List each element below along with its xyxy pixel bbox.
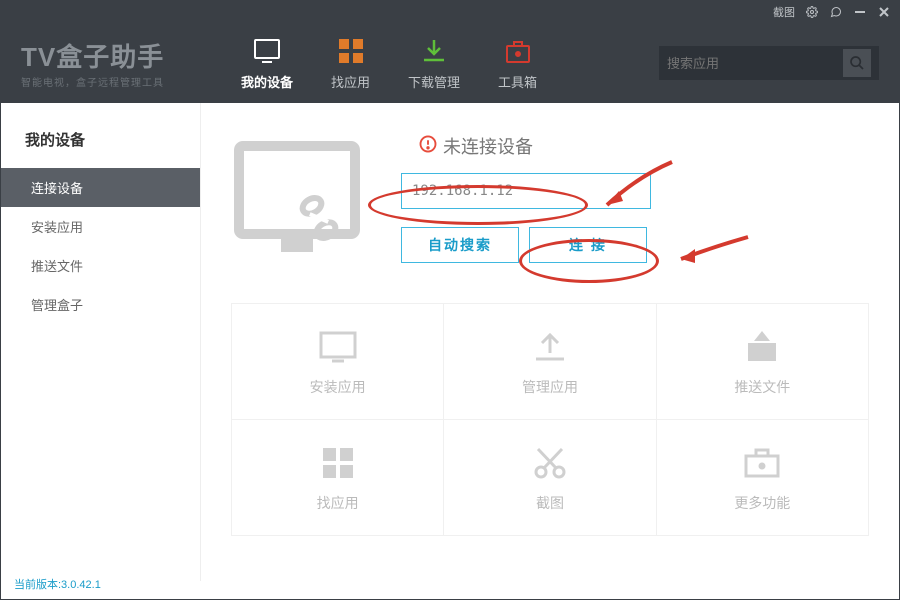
app-subtitle: 智能电视，盒子远程管理工具 — [21, 74, 221, 89]
search-box — [659, 46, 879, 80]
feature-label: 推送文件 — [734, 377, 790, 397]
main-nav: 我的设备 找应用 下载管理 工具箱 — [241, 36, 537, 91]
sidebar-item-install[interactable]: 安装应用 — [1, 207, 200, 246]
toolbox-icon — [742, 443, 782, 483]
sidebar-item-connect[interactable]: 连接设备 — [1, 168, 200, 207]
nav-label: 找应用 — [331, 72, 370, 91]
download-icon — [419, 36, 449, 66]
monitor-icon — [252, 36, 282, 66]
nav-toolbox[interactable]: 工具箱 — [498, 36, 537, 91]
connect-area: 未连接设备 自动搜索 连 接 — [231, 133, 869, 263]
ip-input[interactable] — [401, 173, 651, 209]
feature-screenshot[interactable]: 截图 — [444, 420, 656, 536]
nav-my-devices[interactable]: 我的设备 — [241, 36, 293, 91]
status-text: 未连接设备 — [443, 133, 533, 159]
app-title: TV盒子助手 — [21, 37, 221, 74]
feature-push-file[interactable]: 推送文件 — [657, 304, 869, 420]
logo: TV盒子助手 智能电视，盒子远程管理工具 — [21, 37, 221, 89]
scissors-icon — [530, 443, 570, 483]
feature-label: 安装应用 — [310, 377, 366, 397]
nav-downloads[interactable]: 下载管理 — [408, 36, 460, 91]
feature-install-app[interactable]: 安装应用 — [232, 304, 444, 420]
body: 我的设备 连接设备 安装应用 推送文件 管理盒子 — [1, 103, 899, 581]
warning-icon — [419, 135, 437, 158]
header: TV盒子助手 智能电视，盒子远程管理工具 我的设备 找应用 下载管理 工具箱 — [1, 23, 899, 103]
speech-icon[interactable] — [829, 5, 843, 19]
monitor-icon — [318, 327, 358, 367]
connect-form: 未连接设备 自动搜索 连 接 — [401, 133, 651, 263]
feature-label: 更多功能 — [734, 493, 790, 513]
feature-more[interactable]: 更多功能 — [657, 420, 869, 536]
toolbox-icon — [503, 36, 533, 66]
sidebar: 我的设备 连接设备 安装应用 推送文件 管理盒子 — [1, 103, 201, 581]
feature-manage-app[interactable]: 管理应用 — [444, 304, 656, 420]
feature-grid: 安装应用 管理应用 推送文件 找应用 — [231, 303, 869, 536]
connect-button[interactable]: 连 接 — [529, 227, 647, 263]
auto-search-button[interactable]: 自动搜索 — [401, 227, 519, 263]
screenshot-button[interactable]: 截图 — [773, 4, 795, 20]
device-illustration — [231, 138, 371, 258]
search-icon — [849, 55, 865, 71]
feature-label: 找应用 — [317, 493, 359, 513]
close-button[interactable] — [877, 5, 891, 19]
minimize-button[interactable] — [853, 5, 867, 19]
upload-icon — [530, 327, 570, 367]
upload-file-icon — [742, 327, 782, 367]
status-line: 未连接设备 — [419, 133, 651, 159]
titlebar: 截图 — [1, 1, 899, 23]
gear-icon[interactable] — [805, 5, 819, 19]
feature-label: 截图 — [536, 493, 564, 513]
nav-find-apps[interactable]: 找应用 — [331, 36, 370, 91]
grid-icon — [318, 443, 358, 483]
nav-label: 下载管理 — [408, 72, 460, 91]
grid-icon — [336, 36, 366, 66]
nav-label: 工具箱 — [498, 72, 537, 91]
search-input[interactable] — [667, 56, 843, 71]
nav-label: 我的设备 — [241, 72, 293, 91]
sidebar-title: 我的设备 — [1, 117, 200, 168]
feature-label: 管理应用 — [522, 377, 578, 397]
version-label: 当前版本:3.0.42.1 — [14, 576, 101, 592]
sidebar-item-push[interactable]: 推送文件 — [1, 246, 200, 285]
sidebar-item-manage[interactable]: 管理盒子 — [1, 285, 200, 324]
search-button[interactable] — [843, 49, 871, 77]
main-panel: 未连接设备 自动搜索 连 接 — [201, 103, 899, 581]
feature-find-app[interactable]: 找应用 — [232, 420, 444, 536]
